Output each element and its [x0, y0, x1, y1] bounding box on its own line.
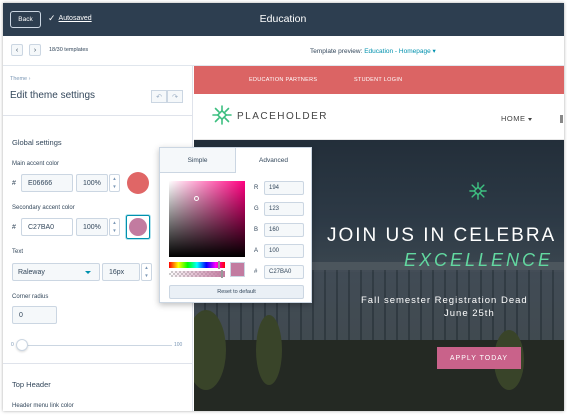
panel-title: Edit theme settings — [10, 90, 96, 101]
opacity-stepper[interactable]: ▲ ▼ — [109, 218, 120, 236]
secondary-accent-swatch[interactable] — [126, 215, 150, 239]
next-template-button[interactable]: › — [29, 44, 41, 56]
tab-simple[interactable]: Simple — [160, 148, 236, 173]
green-label: G — [254, 206, 259, 212]
color-picker-popover: Simple Advanced R 194 G 123 B 160 A 100 … — [159, 147, 312, 303]
saturation-value-area[interactable] — [169, 181, 245, 257]
section-divider — [3, 363, 192, 364]
opacity-stepper[interactable]: ▲ ▼ — [109, 174, 120, 192]
panel-header: Theme › Edit theme settings ↶ ↷ — [3, 66, 192, 116]
hex-input[interactable]: C27BA0 — [264, 265, 304, 279]
alpha-label: A — [254, 248, 259, 254]
slider-handle[interactable] — [16, 339, 28, 351]
preview-header: PLACEHOLDER HOME — [194, 94, 564, 140]
logo-icon — [212, 105, 232, 125]
hero-text-line2: June 25th — [444, 308, 495, 319]
chevron-left-icon: ‹ — [15, 46, 19, 54]
chevron-right-icon: › — [33, 46, 37, 54]
chevron-down-icon[interactable]: ▾ — [433, 48, 436, 55]
header-link-color-label: Header menu link color — [12, 403, 74, 409]
preview-top-nav: EDUCATION PARTNERS STUDENT LOGIN — [194, 66, 564, 94]
page-title: Education — [259, 13, 307, 25]
autosaved-link[interactable]: Autosaved — [59, 15, 92, 22]
template-bar: ‹ › 18/30 templates Template preview: Ed… — [3, 36, 564, 66]
corner-radius-label: Corner radius — [12, 294, 49, 300]
slider-max-label: 100 — [174, 342, 183, 348]
swatch-color — [129, 218, 147, 236]
selected-color-preview — [230, 262, 245, 277]
apply-today-button[interactable]: APPLY TODAY — [437, 347, 521, 369]
undo-icon[interactable]: ↶ — [151, 90, 167, 103]
hero-logo-icon — [469, 182, 487, 200]
secondary-accent-opacity-input[interactable]: 100% — [76, 218, 108, 236]
template-preview-label: Template preview: — [310, 48, 363, 55]
reset-to-default-button[interactable]: Reset to default — [169, 285, 304, 299]
nav-item-edge — [560, 115, 563, 123]
slider-min-label: 0 — [11, 342, 14, 348]
chevron-down-icon — [85, 271, 91, 274]
corner-radius-slider[interactable] — [22, 345, 172, 346]
alpha-input[interactable]: 100 — [264, 244, 304, 258]
green-input[interactable]: 123 — [264, 202, 304, 216]
text-label: Text — [12, 249, 24, 255]
tab-advanced[interactable]: Advanced — [236, 148, 311, 173]
autosave-status[interactable]: ✓ Autosaved — [48, 14, 92, 23]
alpha-gradient — [169, 271, 225, 277]
main-accent-hex-input[interactable]: E06666 — [21, 174, 73, 192]
top-header-title: Top Header — [12, 380, 51, 389]
hero-text-line1: Fall semester Registration Dead — [361, 295, 528, 306]
caret-up-icon[interactable]: ▲ — [142, 264, 151, 272]
hue-slider[interactable] — [169, 261, 225, 269]
prev-template-button[interactable]: ‹ — [11, 44, 23, 56]
corner-radius-input[interactable]: 0 — [12, 306, 57, 324]
font-family-value: Raleway — [18, 268, 45, 276]
redo-icon[interactable]: ↷ — [167, 90, 183, 103]
main-accent-opacity-input[interactable]: 100% — [76, 174, 108, 192]
red-input[interactable]: 194 — [264, 181, 304, 195]
template-preview-name[interactable]: Education - Homepage — [364, 48, 431, 55]
main-accent-label: Main accent color — [12, 161, 60, 167]
logo-text[interactable]: PLACEHOLDER — [237, 111, 328, 122]
main-accent-swatch[interactable] — [127, 172, 149, 194]
top-bar: Back ✓ Autosaved Education — [3, 3, 564, 36]
hero-subheading: EXCELLENCE — [404, 250, 554, 270]
caret-down-icon[interactable]: ▼ — [110, 227, 119, 235]
hero-heading: JOIN US IN CELEBRA — [327, 225, 557, 246]
global-settings-title: Global settings — [12, 138, 62, 147]
editor-window: Back ✓ Autosaved Education ‹ › 18/30 tem… — [3, 3, 564, 411]
caret-up-icon[interactable]: ▲ — [110, 175, 119, 183]
blue-label: B — [254, 227, 259, 233]
secondary-accent-hex-input[interactable]: C27BA0 — [21, 218, 73, 236]
history-controls: ↶ ↷ — [151, 90, 183, 103]
back-button[interactable]: Back — [10, 11, 41, 28]
blue-input[interactable]: 160 — [264, 223, 304, 237]
font-size-stepper[interactable]: ▲ ▼ — [141, 263, 152, 281]
chevron-down-icon — [527, 117, 532, 121]
secondary-accent-label: Secondary accent color — [12, 205, 75, 211]
breadcrumb[interactable]: Theme › — [10, 76, 30, 82]
red-label: R — [254, 185, 259, 191]
color-cursor[interactable] — [194, 196, 199, 201]
alpha-slider[interactable] — [169, 270, 225, 278]
hash-label: # — [12, 180, 16, 187]
hash-label: # — [12, 224, 16, 231]
caret-up-icon[interactable]: ▲ — [110, 219, 119, 227]
template-count: 18/30 templates — [49, 47, 89, 53]
hex-label: # — [254, 269, 258, 275]
hue-handle[interactable] — [218, 261, 220, 269]
caret-down-icon[interactable]: ▼ — [110, 183, 119, 191]
alpha-handle[interactable] — [221, 270, 223, 278]
home-nav-link[interactable]: HOME — [501, 114, 532, 123]
home-nav-label: HOME — [501, 114, 526, 123]
caret-down-icon[interactable]: ▼ — [142, 272, 151, 280]
font-family-select[interactable]: Raleway — [12, 263, 100, 281]
education-partners-link[interactable]: EDUCATION PARTNERS — [249, 77, 317, 83]
check-icon: ✓ — [48, 13, 56, 23]
template-preview-selector[interactable]: Template preview: Education - Homepage ▾ — [310, 47, 436, 55]
picker-tabs: Simple Advanced — [160, 148, 311, 173]
font-size-input[interactable]: 16px — [102, 263, 140, 281]
student-login-link[interactable]: STUDENT LOGIN — [354, 77, 402, 83]
